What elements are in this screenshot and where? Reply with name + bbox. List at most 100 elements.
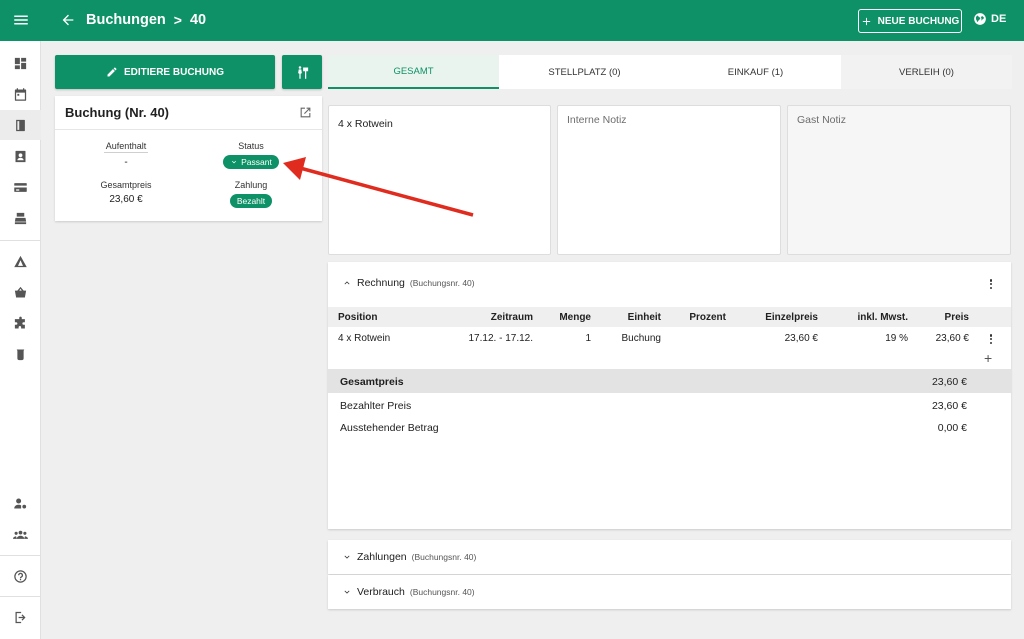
edit-booking-button[interactable]: EDITIERE BUCHUNG: [55, 55, 275, 89]
bin-icon: [16, 349, 25, 360]
breadcrumb-parent[interactable]: Buchungen: [86, 12, 166, 28]
pencil-icon: [107, 67, 117, 77]
consumption-accordion[interactable]: Verbrauch (Buchungsnr. 40): [328, 575, 1011, 609]
language-switcher[interactable]: DE: [973, 12, 1006, 26]
contact-card-icon: [15, 150, 26, 162]
status-label: Status: [238, 141, 264, 151]
sidebar-item-payments[interactable]: [0, 172, 41, 202]
outstanding-value: 0,00 €: [937, 422, 967, 434]
sidebar-item-guests[interactable]: [0, 141, 41, 171]
chevron-up-icon: [344, 281, 350, 285]
booking-summary-card: Buchung (Nr. 40) Aufenthalt - Status Pas…: [55, 96, 322, 221]
row-more-icon[interactable]: [985, 332, 997, 346]
invoice-panel: Rechnung (Buchungsnr. 40) Position Zeitr…: [328, 262, 1011, 529]
sidebar-item-team[interactable]: [0, 519, 41, 549]
invoice-table-header: Position Zeitraum Menge Einheit Prozent …: [328, 307, 1011, 327]
sidebar-item-extensions[interactable]: [0, 308, 41, 338]
row-einzelpreis: 23,60 €: [784, 333, 818, 344]
new-booking-button[interactable]: NEUE BUCHUNG: [858, 9, 962, 33]
sidebar-item-user-settings[interactable]: [0, 488, 41, 518]
col-preis: Preis: [944, 312, 969, 323]
status-value: Passant: [241, 157, 272, 167]
col-position: Position: [338, 312, 378, 323]
user-settings-icon: [14, 498, 27, 508]
group-icon: [13, 530, 28, 539]
cash-register-icon: [14, 212, 27, 224]
total-price-value: 23,60 €: [109, 194, 143, 205]
tent-icon: [14, 255, 27, 267]
invoice-total-label: Gesamtpreis: [340, 376, 404, 388]
invoice-row: 4 x Rotwein 17.12. - 17.12. 1 Buchung 23…: [328, 328, 1011, 350]
person-sign-icon: [297, 65, 308, 79]
basket-icon: [14, 286, 27, 297]
sidebar-item-logout[interactable]: [0, 602, 41, 632]
sidebar-item-help[interactable]: [0, 561, 41, 591]
paid-value: 23,60 €: [931, 400, 967, 412]
tab-einkauf[interactable]: EINKAUF (1): [670, 55, 841, 89]
sidebar-item-pos[interactable]: [0, 203, 41, 233]
guest-note-placeholder: Gast Notiz: [797, 114, 847, 126]
payment-label: Zahlung: [234, 180, 268, 190]
sidebar-item-dashboard[interactable]: [0, 48, 41, 78]
book-icon: [16, 119, 25, 131]
col-einzelpreis: Einzelpreis: [765, 312, 818, 323]
tab-gesamt[interactable]: GESAMT: [328, 55, 499, 89]
globe-icon: [974, 13, 986, 25]
consumption-title: Verbrauch: [357, 586, 405, 598]
payments-title: Zahlungen: [357, 551, 407, 563]
chevron-down-icon: [232, 160, 237, 164]
calendar-icon: [14, 87, 27, 101]
booking-tabs: GESAMT STELLPLATZ (0) EINKAUF (1) VERLEI…: [328, 55, 1012, 89]
sidebar-item-meters[interactable]: [0, 339, 41, 369]
outstanding-label: Ausstehender Betrag: [340, 422, 439, 434]
payments-accordion[interactable]: Zahlungen (Buchungsnr. 40): [328, 540, 1011, 574]
puzzle-icon: [14, 316, 25, 328]
status-badge[interactable]: Passant: [223, 155, 279, 169]
total-price-field: Gesamtpreis 23,60 €: [71, 180, 181, 205]
paid-label: Bezahlter Preis: [340, 400, 412, 412]
col-zeitraum: Zeitraum: [490, 312, 533, 323]
guest-note-field[interactable]: Gast Notiz: [787, 105, 1011, 255]
row-position: 4 x Rotwein: [338, 333, 391, 344]
stay-label: Aufenthalt: [104, 141, 148, 153]
dashboard-icon: [14, 57, 27, 69]
col-einheit: Einheit: [627, 312, 661, 323]
invoice-panel-header[interactable]: Rechnung (Buchungsnr. 40): [342, 277, 475, 289]
add-position-icon[interactable]: +: [984, 350, 992, 366]
payment-badge: Bezahlt: [229, 194, 273, 208]
invoice-more-icon[interactable]: [985, 277, 997, 291]
sidebar-item-calendar[interactable]: [0, 79, 41, 109]
stay-value: -: [124, 157, 128, 168]
invoice-total-row: Gesamtpreis 23,60 €: [328, 369, 1011, 393]
internal-note-field[interactable]: Interne Notiz: [557, 105, 781, 255]
open-external-icon[interactable]: [299, 106, 312, 119]
row-zeitraum: 17.12. - 17.12.: [468, 333, 534, 344]
row-einheit: Buchung: [621, 333, 661, 344]
breadcrumb-current: 40: [189, 12, 207, 28]
credit-card-icon: [14, 182, 27, 192]
row-mwst: 19 %: [885, 333, 908, 344]
tab-verleih[interactable]: VERLEIH (0): [841, 55, 1012, 89]
booking-summary-note: 4 x Rotwein: [328, 105, 551, 255]
check-in-button[interactable]: [282, 55, 322, 89]
payment-field: Zahlung Bezahlt: [196, 180, 306, 208]
status-field: Status Passant: [196, 141, 306, 169]
sidebar-item-bookings[interactable]: [0, 110, 41, 140]
invoice-total-value: 23,60 €: [931, 376, 967, 388]
col-menge: Menge: [559, 312, 591, 323]
breadcrumb-separator: >: [173, 12, 182, 28]
sidebar-item-pitches[interactable]: [0, 246, 41, 276]
sidebar-item-shop[interactable]: [0, 277, 41, 307]
edit-booking-label: EDITIERE BUCHUNG: [123, 66, 224, 78]
consumption-subtitle: (Buchungsnr. 40): [409, 587, 475, 597]
summary-text: 4 x Rotwein: [338, 118, 393, 130]
tab-stellplatz[interactable]: STELLPLATZ (0): [499, 55, 670, 89]
chevron-down-icon: [344, 590, 350, 594]
back-arrow-icon[interactable]: [60, 12, 76, 28]
menu-icon[interactable]: [12, 11, 30, 29]
stay-field: Aufenthalt -: [71, 141, 181, 168]
top-app-bar: Buchungen > 40 NEUE BUCHUNG DE: [0, 0, 1024, 41]
invoice-title: Rechnung: [357, 277, 405, 289]
sidebar: [0, 41, 41, 639]
total-price-label: Gesamtpreis: [100, 180, 152, 190]
